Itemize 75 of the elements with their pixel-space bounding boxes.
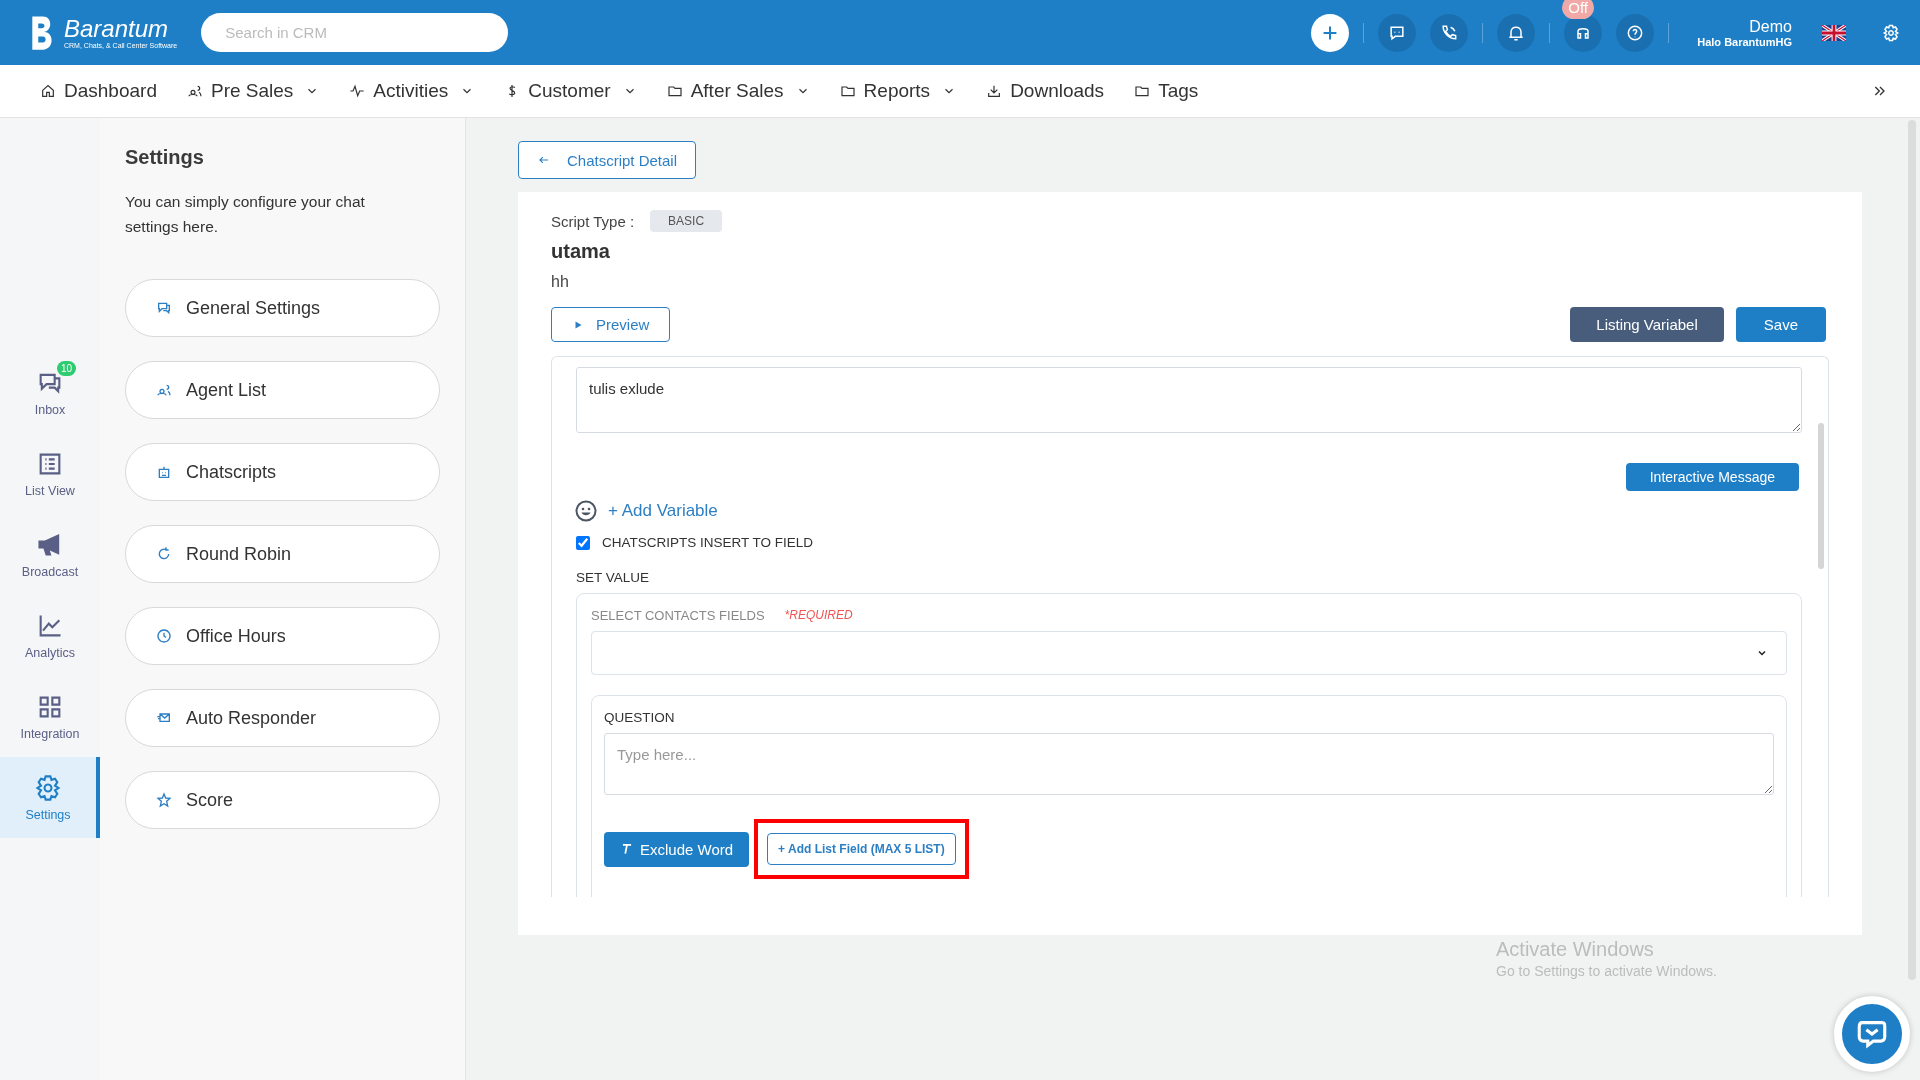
exclude-word-button[interactable]: Exclude Word [604,831,750,867]
settings-menu-item[interactable]: Score [125,771,440,829]
interactive-message-button[interactable]: Interactive Message [1625,463,1799,491]
nav-item[interactable]: Reports [863,80,931,102]
flag-icon[interactable] [1822,24,1846,41]
section-title: SET VALUE [576,570,651,585]
settings-menu-item[interactable]: Office Hours [125,607,440,665]
contacts-field-select[interactable] [591,631,1787,675]
script-content-field[interactable]: tulis exlude [576,367,1802,433]
add-button[interactable] [1311,13,1350,52]
field-label: SELECT CONTACTS FIELDS [591,608,765,623]
phone-icon[interactable] [1430,13,1469,52]
field-label: QUESTION [604,710,676,725]
preview-button[interactable]: Preview [551,307,671,342]
count-badge: 10 [56,360,76,376]
required-note: *REQUIRED [784,608,853,623]
smiley-icon[interactable] [574,499,598,523]
insert-checkbox[interactable] [576,535,590,550]
scrollbar[interactable] [1818,423,1824,569]
sidebar-item[interactable]: Settings [0,757,100,838]
checkbox-label: CHATSCRIPTS INSERT TO FIELD [602,535,814,550]
settings-menu-item[interactable]: Chatscripts [125,443,440,501]
script-name: utama [551,240,611,263]
question-field[interactable]: Type here... [604,733,1774,795]
people-icon [186,83,203,99]
settings-menu-item[interactable]: Agent List [125,361,440,419]
settings-icon[interactable] [1882,23,1900,42]
script-type-tag: BASIC [650,210,723,232]
clock-icon [156,628,172,644]
refresh-icon [156,546,172,562]
brand-name: Barantum [64,16,170,42]
script-description: hh [551,273,570,291]
settings-menu-item[interactable]: Round Robin [125,525,440,583]
nav-item[interactable]: Tags [1158,80,1199,102]
pulse-icon [349,83,366,99]
company-name: Halo BarantumHG [1697,35,1792,48]
home-icon [40,83,56,99]
back-button[interactable]: Chatscript Detail [518,141,697,179]
nav-item[interactable]: Customer [528,80,611,102]
add-variable-link[interactable]: + Add Variable [608,501,718,521]
sidebar-item[interactable]: Broadcast [0,514,100,595]
folder-icon [1134,83,1151,99]
sidebar-item[interactable]: 10 Inbox [0,352,100,433]
nav-item[interactable]: Dashboard [64,80,157,102]
field-label: Script Type : [551,212,635,230]
chat-icon[interactable] [1378,13,1417,52]
panel-description: You can simply configure your chat settings here. [125,192,366,237]
text-icon [620,842,634,856]
listing-variable-button[interactable]: Listing Variabel [1570,307,1724,342]
nav-item[interactable]: Pre Sales [210,80,294,102]
nav-item[interactable]: Activities [373,80,449,102]
nav-item[interactable]: Downloads [1010,80,1105,102]
star-icon [156,792,172,808]
download-icon [986,83,1003,99]
settings-menu-item[interactable]: Auto Responder [125,689,440,747]
settings-icon [34,773,62,802]
bell-icon[interactable] [1497,13,1536,52]
status-badge: Off [1562,0,1594,19]
sidebar-item[interactable]: Integration [0,676,100,757]
panel-title: Settings [125,146,205,169]
save-button[interactable]: Save [1735,307,1826,342]
help-icon[interactable] [1616,13,1655,52]
people-icon [156,382,172,398]
sidebar-item[interactable]: List View [0,433,100,514]
add-list-field-button[interactable]: + Add List Field (MAX 5 LIST) [767,833,956,865]
sidebar-item[interactable]: Analytics [0,595,100,676]
search-field[interactable]: Search in CRM [201,13,509,52]
nav-item[interactable]: After Sales [690,80,784,102]
folder-icon [666,83,683,99]
folder-icon [839,83,856,99]
user-name: Demo [1749,17,1792,36]
chat-support-button[interactable] [1834,996,1910,1072]
chat-icon [156,300,172,316]
settings-menu-item[interactable]: General Settings [125,279,440,337]
robot-icon [156,464,172,480]
